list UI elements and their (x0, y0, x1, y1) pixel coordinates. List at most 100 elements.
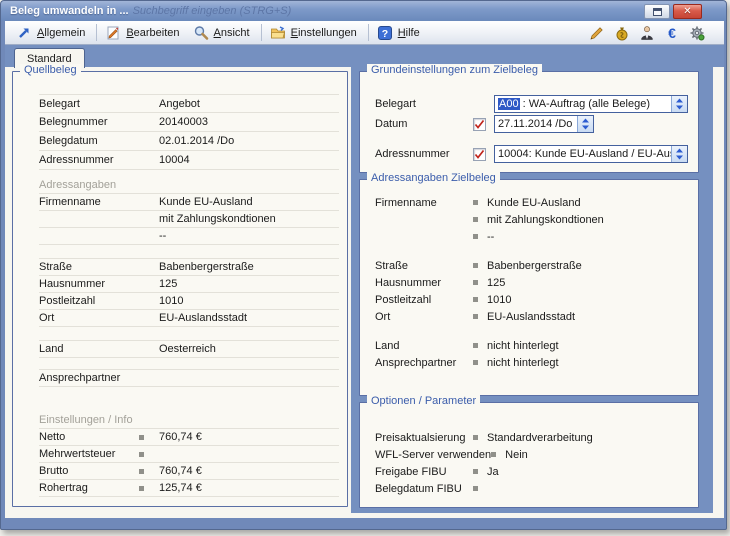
field-row: Firmenname Kunde EU-Ausland (39, 194, 339, 211)
spinner-icon[interactable] (671, 96, 687, 112)
panel-legend: Optionen / Parameter (367, 395, 480, 407)
field-label: Preisaktualsierung (375, 432, 473, 444)
gear-icon[interactable] (688, 24, 706, 42)
bullet-icon (139, 452, 144, 457)
field-row: Hausnummer 125 (375, 274, 688, 291)
menu-item-allgemein[interactable]: Allgemein (11, 23, 93, 43)
form-row-adressnummer: Adressnummer 10004: Kunde EU-Ausland / E… (375, 144, 688, 164)
bullet-icon (139, 435, 144, 440)
field-row: Postleitzahl 1010 (375, 291, 688, 308)
panel-legend: Grundeinstellungen zum Zielbeleg (367, 64, 542, 76)
bullet-icon (139, 486, 144, 491)
field-row: Straße Babenbergerstraße (39, 259, 339, 276)
field-label: WFL-Server verwenden (375, 449, 491, 461)
field-value: Standardverarbeitung (487, 432, 688, 444)
field-label: Ansprechpartner (39, 372, 139, 384)
field-row: Adressnummer 10004 (39, 151, 339, 170)
field-row: Postleitzahl 1010 (39, 293, 339, 310)
panel-adressangaben-zielbeleg: Adressangaben Zielbeleg Firmenname Kunde… (359, 179, 699, 396)
spinner-icon[interactable] (671, 146, 687, 162)
field-value: -- (159, 230, 339, 242)
field-value: 125 (487, 277, 688, 289)
spinner-icon[interactable] (577, 116, 593, 132)
field-row: WFL-Server verwenden Nein (375, 446, 688, 463)
field-value: 20140003 (159, 116, 339, 128)
field-row: mit Zahlungskondtionen (375, 211, 688, 228)
field-label: Ansprechpartner (375, 357, 473, 369)
euro-icon[interactable]: € (663, 24, 681, 42)
bullet-icon (473, 217, 478, 222)
row-spacer (39, 245, 339, 259)
window-title: Beleg umwandeln in ... (1, 5, 129, 17)
field-label: Firmenname (375, 197, 473, 209)
field-label: Brutto (39, 465, 139, 477)
field-row: Ort EU-Auslandsstadt (39, 310, 339, 327)
datum-field[interactable]: 27.11.2014 /Do (494, 115, 594, 133)
row-spacer (39, 327, 339, 341)
pen-icon[interactable] (588, 24, 606, 42)
field-value: Babenbergerstraße (487, 260, 688, 272)
field-label: Adressnummer (39, 154, 139, 166)
titlebar-search-hint[interactable]: Suchbegriff eingeben (STRG+S) (133, 5, 292, 17)
adressnummer-checkbox[interactable] (473, 148, 486, 161)
field-label: Belegdatum (39, 135, 139, 147)
field-row: Ort EU-Auslandsstadt (375, 308, 688, 325)
arrow-up-right-icon (16, 25, 32, 41)
field-value: Babenbergerstraße (159, 261, 339, 273)
datum-checkbox[interactable] (473, 118, 486, 131)
menu-item-ansicht[interactable]: Ansicht (188, 23, 258, 43)
field-value: 02.01.2014 /Do (159, 135, 339, 147)
field-row: Belegart Angebot (39, 94, 339, 113)
bullet-icon (139, 469, 144, 474)
bullet-icon (473, 280, 478, 285)
page: Standard Quellbeleg Belegart Angebot Bel… (5, 45, 724, 518)
menu-item-einstellungen[interactable]: Einstellungen (265, 23, 365, 43)
field-label: Land (39, 343, 139, 355)
field-value: 125,74 € (159, 482, 339, 494)
title-bar: Beleg umwandeln in ... Suchbegriff einge… (1, 1, 726, 21)
selected-text: A00 (498, 98, 520, 110)
panel-grundeinstellungen: Grundeinstellungen zum Zielbeleg Belegar… (359, 71, 699, 173)
field-label: Belegart (39, 98, 139, 110)
menu-label: Einstellungen (291, 27, 357, 39)
field-row: Land nicht hinterlegt (375, 337, 688, 354)
field-value: mit Zahlungskondtionen (159, 213, 339, 225)
menu-separator (261, 24, 262, 41)
panel-optionen-parameter: Optionen / Parameter Preisaktualsierung … (359, 402, 699, 508)
belegart-combobox[interactable]: A00 : WA-Auftrag (alle Belege) (494, 95, 688, 113)
field-row: Mehrwertsteuer (39, 446, 339, 463)
person-icon[interactable] (638, 24, 656, 42)
field-row: Netto 760,74 € (39, 429, 339, 446)
menu-label: Ansicht (214, 27, 250, 39)
bullet-icon (473, 343, 478, 348)
field-row: -- (39, 228, 339, 245)
help-icon: ? (377, 25, 393, 41)
money-bag-icon[interactable] (613, 24, 631, 42)
field-value: 1010 (487, 294, 688, 306)
menu-label: Allgemein (37, 27, 85, 39)
field-row: Firmenname Kunde EU-Ausland (375, 194, 688, 211)
field-value: mit Zahlungskondtionen (487, 214, 688, 226)
close-button[interactable]: ✕ (673, 4, 702, 19)
menu-item-hilfe[interactable]: ? Hilfe (372, 23, 428, 43)
field-row: Brutto 760,74 € (39, 463, 339, 480)
field-value: EU-Auslandsstadt (159, 312, 339, 324)
svg-text:€: € (668, 25, 676, 41)
menu-label: Hilfe (398, 27, 420, 39)
field-label: Belegart (375, 98, 473, 110)
bullet-icon (473, 263, 478, 268)
field-value: EU-Auslandsstadt (487, 311, 688, 323)
adressnummer-combobox[interactable]: 10004: Kunde EU-Ausland / EU-Auslandssta… (494, 145, 688, 163)
field-row: Rohertrag 125,74 € (39, 480, 339, 497)
bullet-icon (473, 234, 478, 239)
menu-label: Bearbeiten (126, 27, 179, 39)
field-label: Rohertrag (39, 482, 139, 494)
bullet-icon (473, 360, 478, 365)
field-value: -- (487, 231, 688, 243)
menu-separator (368, 24, 369, 41)
field-row: -- (375, 228, 688, 245)
field-label: Hausnummer (375, 277, 473, 289)
restore-button[interactable] (644, 4, 670, 19)
field-value: 10004: Kunde EU-Ausland / EU-Auslandssta… (498, 148, 668, 160)
menu-item-bearbeiten[interactable]: Bearbeiten (100, 23, 187, 43)
